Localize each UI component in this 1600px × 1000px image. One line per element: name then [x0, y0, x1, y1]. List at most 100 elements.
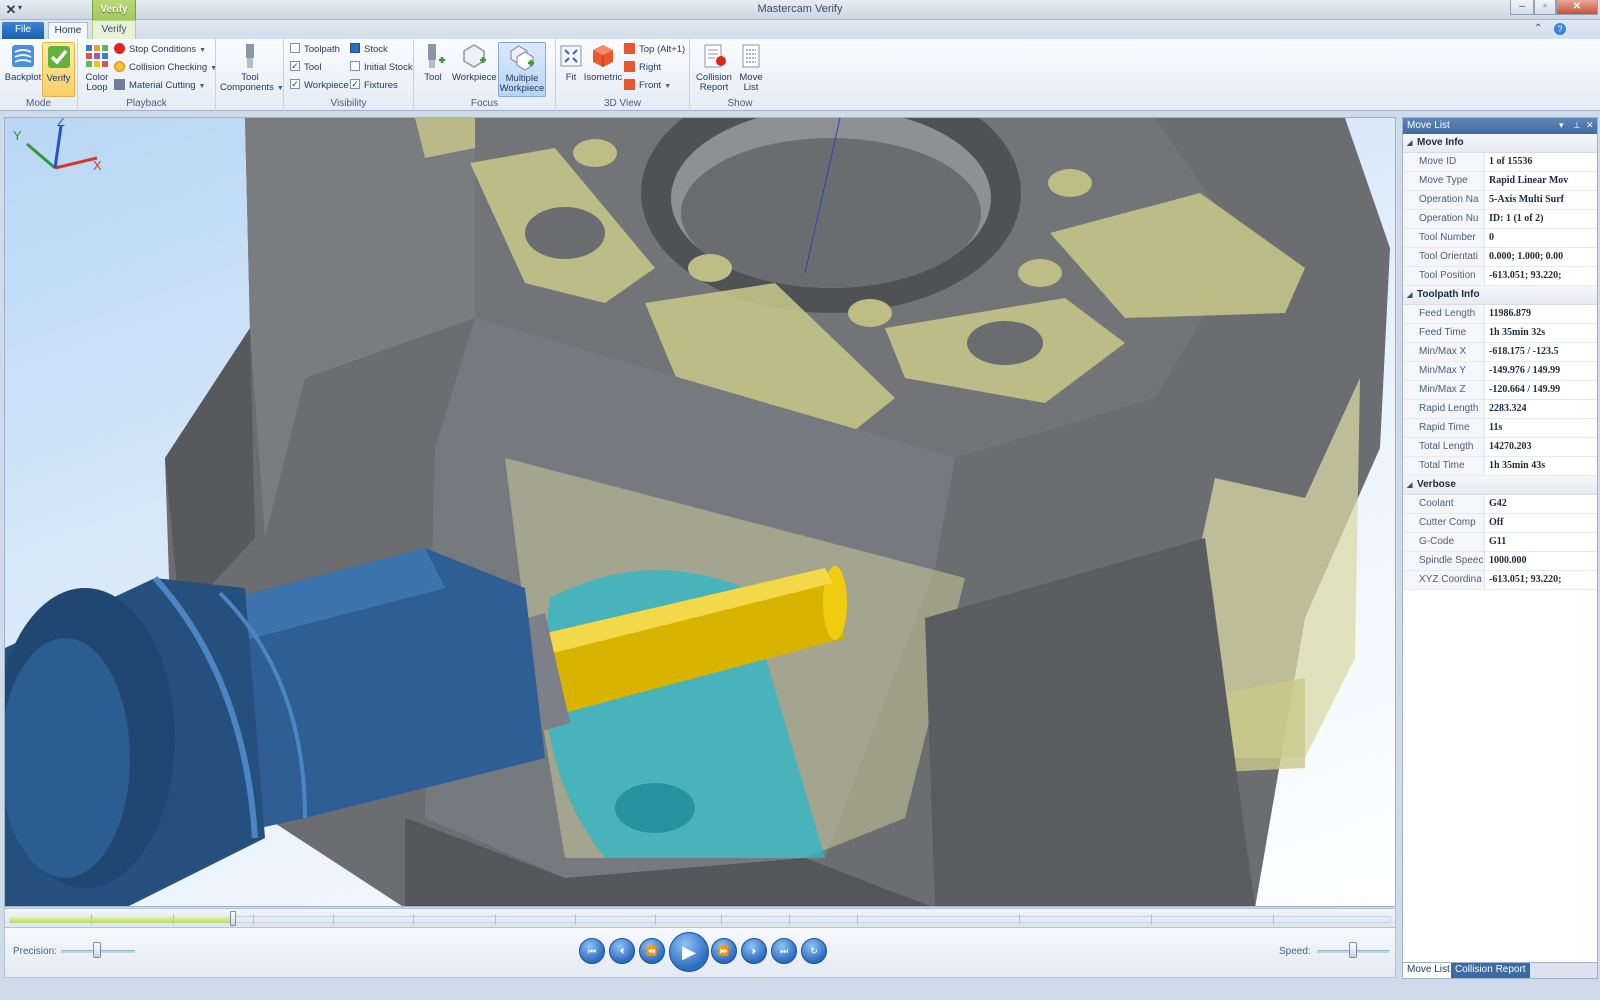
precision-slider-thumb[interactable]: [93, 942, 101, 958]
play-backward-button[interactable]: ⏪: [639, 938, 665, 964]
fast-forward-button[interactable]: ⏩: [711, 938, 737, 964]
move-info-section[interactable]: ◢ Move Info: [1403, 134, 1597, 153]
property-row[interactable]: Move Type Rapid Linear Mov: [1403, 172, 1597, 191]
playback-controls: Precision: ⏮ ⏴ ⏪ ▶ ⏩ ⏵ ⏭ ↻ Speed:: [4, 928, 1396, 978]
property-row[interactable]: Min/Max Z -120.664 / 149.99: [1403, 381, 1597, 400]
property-row[interactable]: Tool Number 0: [1403, 229, 1597, 248]
tool-checkbox[interactable]: ✓ Tool: [290, 60, 321, 76]
top-view-button[interactable]: Top (Alt+1): [624, 42, 685, 58]
property-name: Min/Max X: [1403, 343, 1485, 361]
property-name: Operation Nu: [1403, 210, 1485, 228]
panel-close-icon[interactable]: ✕: [1586, 118, 1594, 133]
toolpath-checkbox[interactable]: Toolpath: [290, 42, 340, 58]
timeline-tick: [495, 914, 496, 925]
color-loop-button[interactable]: Color Loop: [80, 42, 114, 97]
property-value: -613.051; 93.220;: [1489, 574, 1562, 585]
tab-collision-report[interactable]: Collision Report: [1451, 963, 1530, 978]
loop-button[interactable]: ↻: [801, 938, 827, 964]
property-row[interactable]: Min/Max Y -149.976 / 149.99: [1403, 362, 1597, 381]
toolpath-info-section[interactable]: ◢ Toolpath Info: [1403, 286, 1597, 305]
property-name: Tool Position: [1403, 267, 1485, 285]
timeline-thumb[interactable]: [230, 911, 236, 926]
collapse-icon[interactable]: ◢: [1407, 135, 1417, 153]
front-view-button[interactable]: Front ▼: [624, 78, 671, 94]
property-row[interactable]: Total Length 14270.203: [1403, 438, 1597, 457]
step-forward-button[interactable]: ⏵: [741, 938, 767, 964]
collapse-icon[interactable]: ◢: [1407, 287, 1417, 305]
property-row[interactable]: Coolant G42: [1403, 495, 1597, 514]
property-row[interactable]: Cutter Comp Off: [1403, 514, 1597, 533]
property-row[interactable]: Spindle Speec 1000.000: [1403, 552, 1597, 571]
panel-menu-icon[interactable]: ▾: [1559, 118, 1564, 133]
workpiece-checkbox[interactable]: ✓ Workpiece: [290, 78, 349, 94]
fixtures-check[interactable]: ✓: [350, 79, 360, 90]
stop-conditions-label: Stop Conditions: [129, 44, 197, 55]
help-icon[interactable]: ?: [1554, 23, 1566, 35]
close-button[interactable]: ✕: [1556, 0, 1598, 15]
tab-move-list[interactable]: Move List: [1403, 963, 1455, 978]
stop-conditions-button[interactable]: Stop Conditions ▼: [114, 42, 206, 58]
property-value: -618.175 / -123.5: [1489, 346, 1559, 357]
stock-check[interactable]: [350, 43, 360, 54]
go-to-end-button[interactable]: ⏭: [771, 938, 797, 964]
timeline-tick: [1019, 914, 1020, 925]
property-row[interactable]: Feed Time 1h 35min 32s: [1403, 324, 1597, 343]
3d-viewport[interactable]: X Y Z: [4, 117, 1396, 907]
property-row[interactable]: G-Code G11: [1403, 533, 1597, 552]
group-show: Collision Report Move List Show: [690, 39, 790, 111]
tool-components-button[interactable]: Tool Components ▼: [220, 42, 284, 97]
tab-verify-context[interactable]: Verify: [92, 20, 136, 39]
collision-checking-button[interactable]: Collision Checking ▼: [114, 60, 217, 76]
backplot-button[interactable]: Backplot: [3, 42, 43, 97]
property-row[interactable]: Operation Na 5-Axis Multi Surf: [1403, 191, 1597, 210]
workpiece-check[interactable]: ✓: [290, 79, 300, 90]
timeline-tick: [857, 914, 858, 925]
group-focus-label: Focus: [470, 98, 499, 109]
property-row[interactable]: Total Time 1h 35min 43s: [1403, 457, 1597, 476]
property-row[interactable]: Move ID 1 of 15536: [1403, 153, 1597, 172]
ribbon-minimize-icon[interactable]: ⌃: [1534, 23, 1542, 34]
maximize-button[interactable]: ▫: [1534, 0, 1556, 15]
front-view-label: Front: [639, 80, 662, 91]
go-to-start-button[interactable]: ⏮: [579, 938, 605, 964]
verbose-section[interactable]: ◢ Verbose: [1403, 476, 1597, 495]
initial-stock-check[interactable]: [350, 61, 360, 72]
right-view-button[interactable]: Right: [624, 60, 661, 76]
property-row[interactable]: Rapid Length 2283.324: [1403, 400, 1597, 419]
verify-button[interactable]: Verify: [42, 42, 75, 97]
play-button[interactable]: ▶: [669, 932, 709, 972]
isometric-button[interactable]: Isometric: [582, 42, 624, 97]
fixtures-checkbox[interactable]: ✓ Fixtures: [350, 78, 398, 94]
property-row[interactable]: Tool Position -613.051; 93.220;: [1403, 267, 1597, 286]
toolpath-check[interactable]: [290, 43, 300, 54]
stock-checkbox[interactable]: Stock: [350, 42, 388, 58]
property-name: Spindle Speec: [1403, 552, 1485, 570]
material-cutting-button[interactable]: Material Cutting ▼: [114, 78, 205, 94]
property-row[interactable]: Feed Length 11986.879: [1403, 305, 1597, 324]
property-value: 14270.203: [1489, 441, 1532, 452]
playback-timeline[interactable]: [4, 908, 1396, 928]
tab-home[interactable]: Home: [48, 22, 88, 39]
property-row[interactable]: Tool Orientati 0.000; 1.000; 0.00: [1403, 248, 1597, 267]
property-row[interactable]: Rapid Time 11s: [1403, 419, 1597, 438]
stock-label: Stock: [364, 44, 388, 55]
initial-stock-checkbox[interactable]: Initial Stock: [350, 60, 413, 76]
property-row[interactable]: Operation Nu ID: 1 (1 of 2): [1403, 210, 1597, 229]
tool-check[interactable]: ✓: [290, 61, 300, 72]
speed-slider-thumb[interactable]: [1349, 942, 1357, 958]
property-row[interactable]: Min/Max X -618.175 / -123.5: [1403, 343, 1597, 362]
timeline-tick: [1151, 914, 1152, 925]
focus-multiple-workpiece-button[interactable]: Multiple Workpiece: [498, 42, 546, 97]
focus-tool-button[interactable]: Tool: [416, 42, 450, 97]
property-row[interactable]: XYZ Coordina -613.051; 93.220;: [1403, 571, 1597, 590]
collapse-icon[interactable]: ◢: [1407, 477, 1417, 495]
property-value: 0.000; 1.000; 0.00: [1489, 251, 1564, 262]
move-list-button[interactable]: Move List: [734, 42, 768, 97]
tab-file[interactable]: File: [2, 22, 44, 39]
chevron-down-icon: ▼: [664, 83, 672, 90]
step-back-button[interactable]: ⏴: [609, 938, 635, 964]
focus-workpiece-button[interactable]: Workpiece: [452, 42, 497, 97]
pin-icon[interactable]: ⊥: [1573, 118, 1581, 133]
minimize-button[interactable]: –: [1510, 0, 1534, 15]
collision-report-button[interactable]: Collision Report: [694, 42, 734, 97]
